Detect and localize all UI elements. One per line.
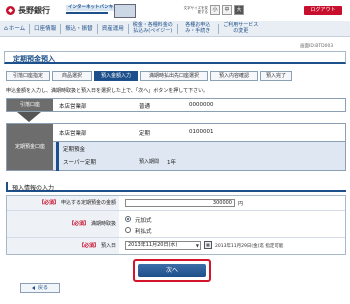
amount-unit: 円	[238, 201, 244, 207]
date-label: 【必須】 預入日	[7, 238, 119, 254]
radio-interest-payout[interactable]	[125, 227, 131, 233]
font-small-button[interactable]: 小	[210, 5, 220, 15]
page-title-bar: 定期預金預入	[4, 51, 346, 64]
bank-name: 長野銀行	[18, 5, 50, 15]
term-label: 預入期間	[139, 159, 160, 165]
next-button-highlight: 次へ	[133, 259, 211, 282]
step-1: 引落口座指定	[6, 71, 50, 81]
amount-row: 【必須】 申込する定期預金の金額 300000 円	[7, 196, 345, 211]
time-deposit-account-row: 本店営業部 定期 0100001	[53, 124, 345, 140]
calendar-icon[interactable]: ▦	[204, 241, 212, 249]
bank-logo-icon: ◆	[6, 6, 15, 15]
bank-logo[interactable]: ◆ 長野銀行	[6, 5, 50, 16]
font-large-button[interactable]: 大	[234, 5, 244, 15]
step-3-current: 預入金額入力	[94, 71, 138, 81]
ib-underline	[66, 12, 108, 14]
instruction-text: 申込金額を入力し、満期時取扱と預入日を選択した上で、「次へ」ボタンを押して下さい…	[6, 88, 209, 94]
deposit-type: 定期	[139, 131, 151, 137]
step-5: 預入内容確認	[210, 71, 258, 81]
nav-account-info[interactable]: 口座情報	[30, 26, 60, 32]
page-title: 定期預金預入	[13, 55, 55, 63]
next-button[interactable]: 次へ	[138, 264, 206, 277]
deposit-number: 0100001	[189, 129, 214, 135]
nav-asset-management[interactable]: 資産運用	[98, 26, 128, 32]
step-2: 商品選択	[52, 71, 92, 81]
global-nav: ⌂ホーム 口座情報 振込・振替 資産運用 税金・各種料金の払込み(ペイジー) 各…	[0, 21, 350, 37]
product-name: スーパー定期	[63, 160, 96, 166]
logout-button[interactable]: ログアウト	[304, 6, 342, 15]
back-arrow-icon	[31, 285, 35, 290]
step-6: 預入完了	[260, 71, 292, 81]
radio-compound-label: 元加式	[135, 218, 152, 224]
computer-icon	[114, 4, 136, 18]
nav-home[interactable]: ⌂ホーム	[0, 24, 29, 32]
input-section-header: 預入情報の入力	[6, 181, 346, 192]
amount-label-text: 申込する定期預金の金額	[60, 200, 116, 206]
time-deposit-account-label: 定期預金口座	[7, 124, 53, 170]
maturity-row: 【必須】 満期時取扱 元加式 利払式	[7, 211, 345, 238]
required-mark: 【必須】	[78, 243, 99, 249]
down-arrow-icon	[17, 112, 41, 122]
step-4: 満期時払出先口座選択	[140, 71, 208, 81]
font-size-label: 文字サイズを変更する	[183, 6, 208, 14]
step-indicator: 引落口座指定 商品選択 預入金額入力 満期時払出先口座選択 預入内容確認 預入完…	[6, 71, 346, 81]
section-header-accent	[6, 182, 8, 190]
withdrawal-account-info: 本店営業部 普通 0000000	[53, 99, 345, 111]
amount-label: 【必須】 申込する定期預金の金額	[7, 196, 119, 210]
time-deposit-account-info: 本店営業部 定期 0100001 定期預金 スーパー定期 預入期間 1年	[53, 124, 345, 171]
radio-compound[interactable]	[125, 216, 131, 222]
header: ◆ 長野銀行 インターネットバンキング 文字サイズを変更する 小 中 大 ログア…	[0, 0, 350, 20]
product-info: 定期預金 スーパー定期 預入期間 1年	[53, 141, 345, 171]
section-title: 預入情報の入力	[12, 185, 55, 192]
maturity-label: 【必須】 満期時取扱	[7, 211, 119, 237]
product-info-accent	[56, 142, 59, 171]
nav-service-settings[interactable]: ご利用サービスの変更	[219, 22, 263, 34]
required-mark: 【必須】	[68, 221, 89, 227]
radio-interest-payout-label: 利払式	[135, 229, 152, 235]
nav-home-label: ホーム	[8, 25, 26, 32]
required-mark: 【必須】	[38, 200, 59, 206]
deposit-date-select[interactable]: 2013年11月20日(水)	[125, 241, 201, 250]
font-medium-button[interactable]: 中	[222, 5, 232, 15]
back-button-label: 戻る	[37, 285, 48, 291]
date-label-text: 預入日	[100, 243, 116, 249]
nav-transfer[interactable]: 振込・振替	[61, 26, 97, 32]
maturity-label-text: 満期時取扱	[90, 221, 116, 227]
withdrawal-number: 0000000	[189, 102, 214, 108]
product-category: 定期預金	[63, 147, 86, 153]
time-deposit-account-box: 定期預金口座 本店営業部 定期 0100001 定期預金 スーパー定期 預入期間…	[6, 123, 346, 171]
withdrawal-type: 普通	[139, 104, 151, 110]
nav-payeasy[interactable]: 税金・各種料金の払込み(ペイジー)	[129, 22, 177, 34]
screen-id: 画面ID:BTD003	[300, 44, 334, 49]
deposit-input-form: 【必須】 申込する定期預金の金額 300000 円 【必須】 満期時取扱 元加式 利…	[6, 195, 346, 255]
withdrawal-account-label: 引落口座	[7, 99, 53, 111]
date-range-note: 2013年11月29日(金)迄 指定可能	[215, 244, 284, 249]
deposit-branch: 本店営業部	[59, 131, 87, 137]
withdrawal-account-box: 引落口座 本店営業部 普通 0000000	[6, 98, 346, 112]
withdrawal-branch: 本店営業部	[59, 104, 87, 110]
home-icon: ⌂	[4, 24, 8, 32]
amount-input[interactable]: 300000	[125, 199, 235, 207]
term-value: 1年	[167, 160, 176, 166]
nav-applications[interactable]: 各種お申込み・手続き	[178, 22, 218, 34]
date-row: 【必須】預入日 2013年11月20日(水) ▦ 2013年11月29日(金)迄…	[7, 238, 345, 254]
back-button[interactable]: 戻る	[20, 283, 60, 293]
